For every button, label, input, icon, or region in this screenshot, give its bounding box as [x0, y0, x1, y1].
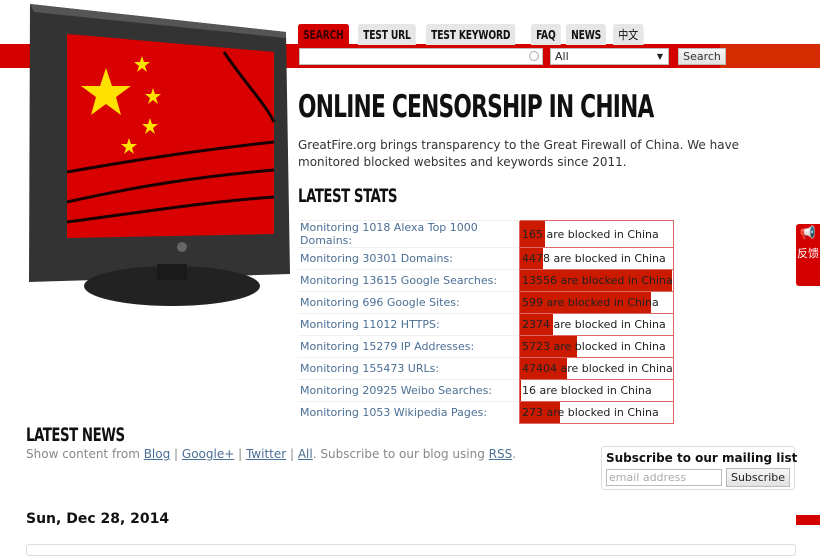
stat-bar: 13556 are blocked in China [520, 270, 674, 292]
separator: | [286, 447, 298, 461]
rss-end: . [512, 447, 516, 461]
feed-date: Sun, Dec 28, 2014 [26, 511, 169, 527]
subscribe-button[interactable]: Subscribe [726, 468, 790, 487]
stats-row: Monitoring 1053 Wikipedia Pages:273 are … [298, 402, 673, 424]
chevron-down-icon: ▼ [657, 49, 663, 64]
news-heading: LATEST NEWS [26, 423, 125, 447]
stat-label-link[interactable]: Monitoring 1053 Wikipedia Pages: [298, 402, 520, 424]
rss-text: . Subscribe to our blog using [313, 447, 489, 461]
stat-blocked-text: 4478 are blocked in China [520, 252, 666, 265]
stat-blocked-text: 165 are blocked in China [520, 228, 659, 241]
tab-faq[interactable]: FAQ [531, 24, 561, 45]
subscribe-box: Subscribe to our mailing list email addr… [601, 446, 795, 490]
tab-chinese[interactable]: 中文 [613, 24, 643, 45]
feedback-button[interactable]: 📢 反馈 [796, 224, 820, 286]
stat-label-link[interactable]: Monitoring 13615 Google Searches: [298, 270, 520, 292]
stat-blocked-text: 16 are blocked in China [520, 384, 652, 397]
stat-blocked-text: 273 are blocked in China [520, 406, 659, 419]
stat-bar: 47404 are blocked in China [520, 358, 674, 380]
stat-bar: 599 are blocked in China [520, 292, 674, 314]
stats-table: Monitoring 1018 Alexa Top 1000 Domains:1… [298, 220, 674, 424]
stat-bar: 5723 are blocked in China [520, 336, 674, 358]
search-button[interactable]: Search [678, 48, 726, 65]
stat-blocked-text: 13556 are blocked in China [520, 274, 673, 287]
news-filter: Show content from Blog | Google+ | Twitt… [26, 447, 516, 461]
stat-label-link[interactable]: Monitoring 30301 Domains: [298, 248, 520, 270]
stat-blocked-text: 599 are blocked in China [520, 296, 659, 309]
tab-test-keyword[interactable]: TEST KEYWORD [426, 24, 515, 45]
search-input[interactable] [299, 48, 543, 65]
stat-blocked-text: 5723 are blocked in China [520, 340, 666, 353]
stat-bar: 4478 are blocked in China [520, 248, 674, 270]
separator: | [170, 447, 182, 461]
stat-label-link[interactable]: Monitoring 15279 IP Addresses: [298, 336, 520, 358]
tv-flag-logo [24, 2, 294, 308]
category-select-value: All [555, 50, 569, 63]
page-title: ONLINE CENSORSHIP IN CHINA [298, 87, 654, 127]
subscribe-title: Subscribe to our mailing list [606, 451, 797, 465]
side-tab[interactable] [796, 515, 820, 525]
tv-power-button [177, 242, 187, 252]
news-card [26, 544, 796, 556]
news-link-googleplus[interactable]: Google+ [182, 447, 234, 461]
stats-row: Monitoring 15279 IP Addresses:5723 are b… [298, 336, 673, 358]
header-band-fade [720, 44, 820, 68]
news-link-twitter[interactable]: Twitter [246, 447, 286, 461]
stats-row: Monitoring 155473 URLs:47404 are blocked… [298, 358, 673, 380]
search-bar: All ▼ Search [298, 48, 730, 65]
stat-bar: 273 are blocked in China [520, 402, 674, 424]
stat-bar: 165 are blocked in China [520, 221, 674, 248]
stat-label-link[interactable]: Monitoring 1018 Alexa Top 1000 Domains: [298, 221, 520, 248]
rss-link[interactable]: RSS [489, 447, 513, 461]
stats-row: Monitoring 696 Google Sites:599 are bloc… [298, 292, 673, 314]
stat-bar: 2374 are blocked in China [520, 314, 674, 336]
stat-label-link[interactable]: Monitoring 20925 Weibo Searches: [298, 380, 520, 402]
news-link-all[interactable]: All [298, 447, 313, 461]
feedback-label: 反馈 [796, 247, 820, 260]
search-clear-icon [529, 51, 539, 61]
tv-neck [157, 264, 187, 280]
stat-blocked-text: 47404 are blocked in China [520, 362, 673, 375]
news-link-blog[interactable]: Blog [144, 447, 171, 461]
category-select[interactable]: All ▼ [550, 48, 669, 65]
tab-news[interactable]: NEWS [566, 24, 606, 45]
stat-blocked-text: 2374 are blocked in China [520, 318, 666, 331]
stats-row: Monitoring 11012 HTTPS:2374 are blocked … [298, 314, 673, 336]
tab-search[interactable]: SEARCH [298, 24, 349, 45]
stat-label-link[interactable]: Monitoring 696 Google Sites: [298, 292, 520, 314]
tab-test-url[interactable]: TEST URL [358, 24, 416, 45]
email-field[interactable]: email address [606, 469, 722, 486]
news-filter-prefix: Show content from [26, 447, 144, 461]
stats-heading: LATEST STATS [298, 184, 397, 208]
main-nav: SEARCH TEST URL TEST KEYWORD FAQ NEWS 中文 [298, 24, 643, 45]
stats-row: Monitoring 20925 Weibo Searches:16 are b… [298, 380, 673, 402]
stats-row: Monitoring 13615 Google Searches:13556 a… [298, 270, 673, 292]
stat-label-link[interactable]: Monitoring 155473 URLs: [298, 358, 520, 380]
stats-row: Monitoring 30301 Domains:4478 are blocke… [298, 248, 673, 270]
intro-text: GreatFire.org brings transparency to the… [298, 137, 798, 171]
stat-bar: 16 are blocked in China [520, 380, 674, 402]
megaphone-icon: 📢 [796, 226, 820, 241]
stats-row: Monitoring 1018 Alexa Top 1000 Domains:1… [298, 221, 673, 248]
stat-label-link[interactable]: Monitoring 11012 HTTPS: [298, 314, 520, 336]
separator: | [234, 447, 246, 461]
